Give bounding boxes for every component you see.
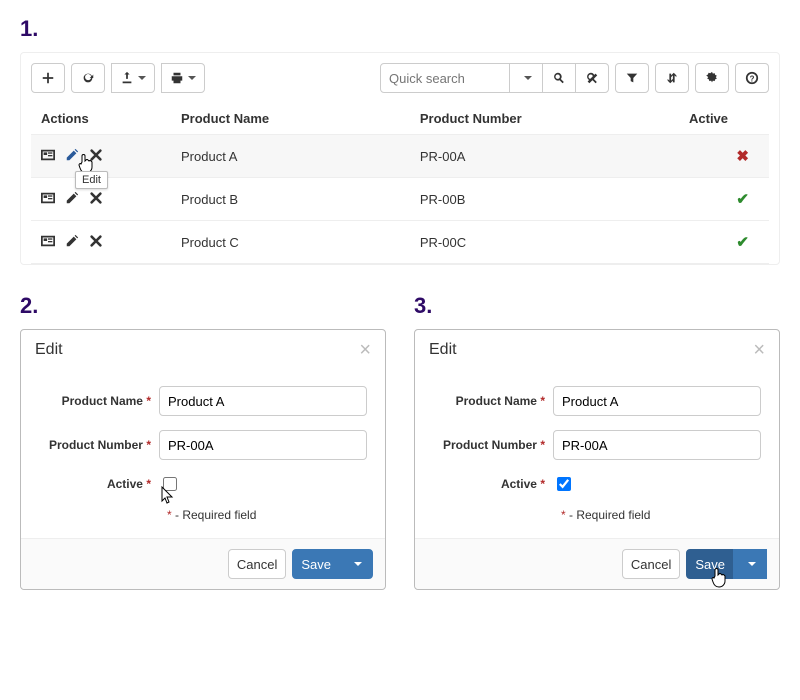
- cell-number: PR-00A: [410, 135, 679, 178]
- save-dropdown-button[interactable]: [339, 549, 373, 579]
- edit-icon[interactable]: [65, 234, 79, 248]
- cancel-button[interactable]: Cancel: [228, 549, 286, 579]
- refresh-icon: [81, 71, 95, 85]
- dialog-title: Edit: [35, 341, 63, 359]
- col-actions[interactable]: Actions: [31, 103, 171, 135]
- active-checkbox[interactable]: [557, 477, 571, 491]
- label-name: Product Name: [456, 394, 537, 408]
- close-icon[interactable]: ×: [359, 340, 371, 360]
- active-checkbox[interactable]: [163, 477, 177, 491]
- sort-icon: [665, 71, 679, 85]
- add-button[interactable]: [31, 63, 65, 93]
- caret-icon: [748, 562, 756, 566]
- card-icon[interactable]: [41, 148, 55, 162]
- step-1-label: 1.: [20, 16, 780, 42]
- required-marker: *: [540, 394, 545, 408]
- search-clear-button[interactable]: [575, 63, 609, 93]
- plus-icon: [41, 71, 55, 85]
- grid-panel: ? Actions Product Name Product Number Ac…: [20, 52, 780, 265]
- edit-icon[interactable]: [65, 191, 79, 205]
- print-icon: [170, 71, 184, 85]
- svg-text:?: ?: [750, 75, 755, 84]
- col-number[interactable]: Product Number: [410, 103, 679, 135]
- toolbar: ?: [31, 63, 769, 93]
- cell-name: Product B: [171, 178, 410, 221]
- cancel-button[interactable]: Cancel: [622, 549, 680, 579]
- print-button[interactable]: [161, 63, 205, 93]
- cell-number: PR-00C: [410, 221, 679, 264]
- required-marker: *: [146, 477, 151, 491]
- edit-dialog: Edit × Product Name * Product Number * A…: [20, 329, 386, 590]
- inactive-icon: ✖: [736, 148, 749, 165]
- settings-button[interactable]: [695, 63, 729, 93]
- required-note: - Required field: [566, 508, 651, 522]
- edit-icon[interactable]: [65, 148, 79, 162]
- label-name: Product Name: [62, 394, 143, 408]
- label-number: Product Number: [443, 438, 537, 452]
- product-number-input[interactable]: [553, 430, 761, 460]
- required-note: - Required field: [172, 508, 257, 522]
- save-button[interactable]: Save: [292, 549, 340, 579]
- data-grid: Actions Product Name Product Number Acti…: [31, 103, 769, 264]
- active-icon: ✔: [736, 191, 749, 208]
- active-icon: ✔: [736, 234, 749, 251]
- product-name-input[interactable]: [553, 386, 761, 416]
- label-active: Active: [107, 477, 143, 491]
- delete-icon[interactable]: [89, 148, 103, 162]
- dialog-title: Edit: [429, 341, 457, 359]
- caret-icon: [138, 76, 146, 80]
- col-active[interactable]: Active: [679, 103, 769, 135]
- help-icon: ?: [745, 71, 759, 85]
- label-active: Active: [501, 477, 537, 491]
- save-dropdown-button[interactable]: [733, 549, 767, 579]
- export-button[interactable]: [111, 63, 155, 93]
- step-3-label: 3.: [414, 293, 780, 319]
- search-button[interactable]: [542, 63, 576, 93]
- help-button[interactable]: ?: [735, 63, 769, 93]
- search-clear-icon: [585, 71, 599, 85]
- edit-dialog: Edit × Product Name * Product Number * A…: [414, 329, 780, 590]
- product-number-input[interactable]: [159, 430, 367, 460]
- filter-button[interactable]: [615, 63, 649, 93]
- caret-icon: [354, 562, 362, 566]
- card-icon[interactable]: [41, 191, 55, 205]
- save-button[interactable]: Save: [686, 549, 734, 579]
- required-marker: *: [146, 394, 151, 408]
- col-name[interactable]: Product Name: [171, 103, 410, 135]
- required-marker: *: [146, 438, 151, 452]
- cell-name: Product A: [171, 135, 410, 178]
- caret-icon: [188, 76, 196, 80]
- table-header-row: Actions Product Name Product Number Acti…: [31, 103, 769, 135]
- table-row[interactable]: Product B PR-00B ✔: [31, 178, 769, 221]
- table-row[interactable]: Edit Product A PR-00A ✖: [31, 135, 769, 178]
- refresh-button[interactable]: [71, 63, 105, 93]
- caret-icon: [524, 76, 532, 80]
- gear-icon: [705, 71, 719, 85]
- delete-icon[interactable]: [89, 234, 103, 248]
- product-name-input[interactable]: [159, 386, 367, 416]
- search-icon: [552, 71, 566, 85]
- cell-number: PR-00B: [410, 178, 679, 221]
- delete-icon[interactable]: [89, 191, 103, 205]
- table-row[interactable]: Product C PR-00C ✔: [31, 221, 769, 264]
- search-dropdown-button[interactable]: [509, 63, 543, 93]
- export-icon: [120, 71, 134, 85]
- required-marker: *: [540, 477, 545, 491]
- step-2-label: 2.: [20, 293, 386, 319]
- required-marker: *: [540, 438, 545, 452]
- sort-button[interactable]: [655, 63, 689, 93]
- card-icon[interactable]: [41, 234, 55, 248]
- cell-name: Product C: [171, 221, 410, 264]
- filter-icon: [625, 71, 639, 85]
- label-number: Product Number: [49, 438, 143, 452]
- close-icon[interactable]: ×: [753, 340, 765, 360]
- quick-search-input[interactable]: [380, 63, 510, 93]
